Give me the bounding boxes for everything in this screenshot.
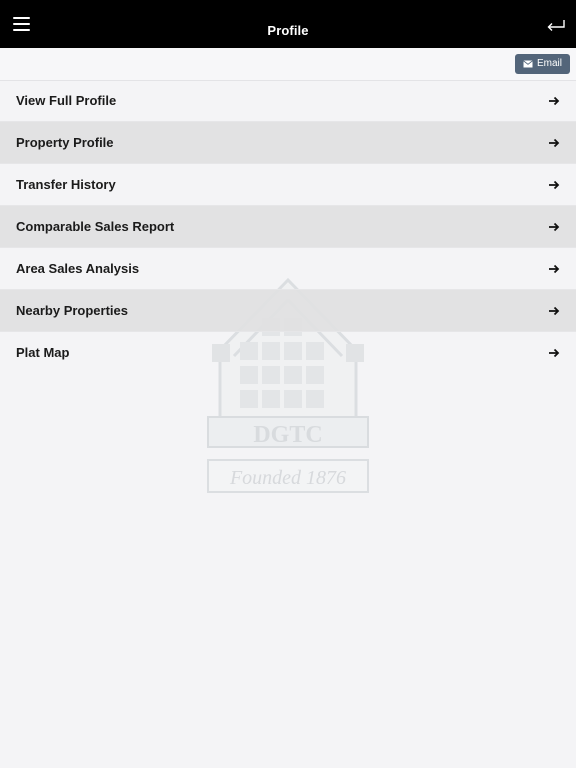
menu-item-area-sales-analysis[interactable]: Area Sales Analysis (0, 248, 576, 290)
return-arrow-icon (547, 20, 565, 31)
action-bar: Email (0, 48, 576, 81)
menu-item-label: Transfer History (16, 177, 116, 192)
arrow-right-icon (549, 306, 560, 315)
menu-item-label: Comparable Sales Report (16, 219, 175, 234)
envelope-icon (523, 60, 533, 68)
arrow-right-icon (549, 138, 560, 147)
email-button-label: Email (536, 58, 562, 69)
email-button[interactable]: Email (514, 54, 570, 74)
hamburger-icon-line (13, 29, 30, 31)
hamburger-icon (13, 17, 30, 19)
menu-item-label: Property Profile (16, 135, 114, 150)
menu-item-label: Plat Map (16, 345, 70, 360)
arrow-right-icon (549, 264, 560, 273)
menu-item-nearby-properties[interactable]: Nearby Properties (0, 290, 576, 332)
arrow-right-icon (549, 348, 560, 357)
menu-item-transfer-history[interactable]: Transfer History (0, 164, 576, 206)
hamburger-icon-line (13, 23, 30, 25)
top-navigation-bar: Profile (0, 0, 576, 48)
menu-item-view-full-profile[interactable]: View Full Profile (0, 80, 576, 122)
watermark-brand: DGTC (253, 422, 322, 448)
menu-item-property-profile[interactable]: Property Profile (0, 122, 576, 164)
profile-menu-list: View Full Profile Property Profile Trans… (0, 80, 576, 373)
page-title: Profile (267, 23, 309, 38)
watermark-tagline: Founded 1876 (229, 467, 346, 489)
arrow-right-icon (549, 222, 560, 231)
menu-item-label: View Full Profile (16, 93, 117, 108)
menu-button[interactable] (8, 12, 36, 36)
arrow-right-icon (549, 96, 560, 105)
menu-item-plat-map[interactable]: Plat Map (0, 332, 576, 373)
back-button[interactable] (546, 18, 570, 42)
arrow-right-icon (549, 180, 560, 189)
menu-item-comparable-sales-report[interactable]: Comparable Sales Report (0, 206, 576, 248)
menu-item-label: Nearby Properties (16, 303, 128, 318)
menu-item-label: Area Sales Analysis (16, 261, 140, 276)
